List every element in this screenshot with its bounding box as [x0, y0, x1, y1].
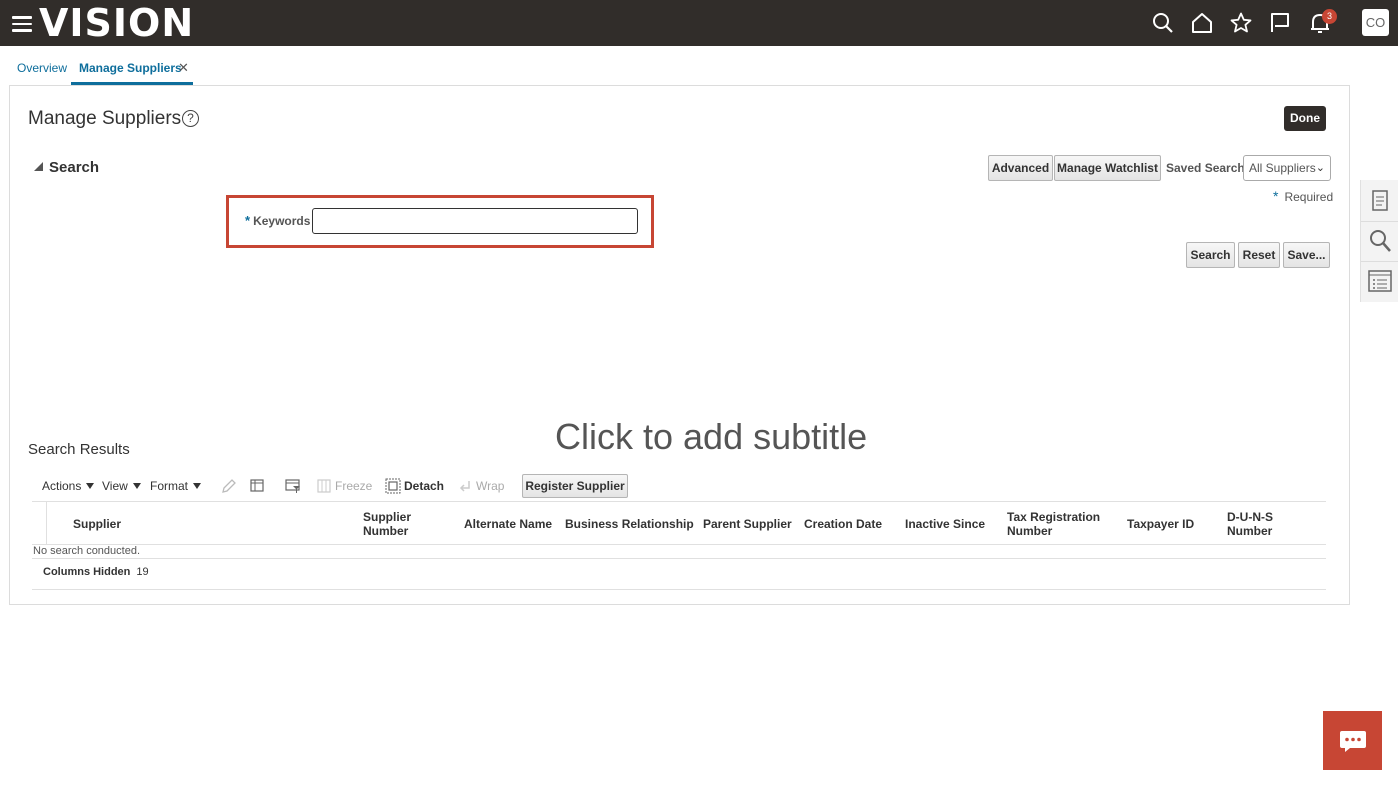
results-table-header: Supplier Supplier Number Alternate Name … — [32, 501, 1326, 545]
column-header-supplier-number[interactable]: Supplier Number — [363, 510, 433, 538]
saved-search-label: Saved Search — [1166, 161, 1245, 175]
advanced-button[interactable]: Advanced — [988, 155, 1053, 181]
freeze-icon — [316, 478, 332, 494]
global-header: VISION 3 CO — [0, 0, 1398, 46]
reset-button[interactable]: Reset — [1238, 242, 1280, 268]
column-header-tax-registration-number[interactable]: Tax Registration Number — [1007, 510, 1107, 538]
chevron-down-icon: ⌄ — [1315, 162, 1325, 174]
format-menu[interactable]: Format — [150, 479, 202, 493]
column-header-taxpayer-id[interactable]: Taxpayer ID — [1127, 517, 1194, 531]
done-button[interactable]: Done — [1284, 106, 1326, 131]
subtitle-placeholder[interactable]: Click to add subtitle — [555, 416, 867, 458]
divider — [1361, 221, 1398, 222]
detach-button[interactable]: Detach — [404, 479, 444, 493]
saved-search-value: All Suppliers — [1249, 161, 1316, 175]
user-avatar[interactable]: CO — [1362, 9, 1389, 36]
chat-button[interactable] — [1323, 711, 1382, 770]
tab-manage-suppliers[interactable]: Manage Suppliers — [79, 61, 182, 75]
page-title: Manage Suppliers — [28, 108, 182, 129]
vision-logo[interactable]: VISION — [39, 1, 194, 45]
help-icon[interactable]: ? — [182, 110, 199, 127]
keywords-label: * Keywords — [245, 213, 311, 228]
divider — [32, 589, 1326, 590]
bell-icon[interactable]: 3 — [1308, 9, 1337, 35]
format-label: Format — [150, 479, 189, 493]
search-button[interactable]: Search — [1186, 242, 1235, 268]
manage-watchlist-button[interactable]: Manage Watchlist — [1054, 155, 1161, 181]
wrap-button[interactable]: Wrap — [476, 479, 504, 493]
saved-search-select[interactable]: All Suppliers ⌄ — [1243, 155, 1331, 181]
tab-overview[interactable]: Overview — [17, 61, 67, 75]
divider — [1361, 261, 1398, 262]
list-panel-icon[interactable] — [1367, 268, 1393, 294]
search-section-title: Search — [49, 159, 100, 176]
actions-label: Actions — [42, 479, 82, 493]
keywords-label-text: Keywords — [253, 214, 311, 228]
search-section-header[interactable]: Search — [34, 159, 99, 176]
column-header-business-relationship[interactable]: Business Relationship — [565, 517, 694, 531]
caret-down-icon — [132, 483, 141, 489]
column-header-parent-supplier[interactable]: Parent Supplier — [703, 517, 792, 531]
actions-menu[interactable]: Actions — [42, 479, 95, 493]
collapse-triangle-icon[interactable] — [34, 162, 43, 171]
detach-icon — [385, 478, 401, 494]
columns-hidden-count: 19 — [136, 566, 149, 578]
edit-pencil-icon[interactable] — [221, 478, 237, 494]
notification-badge: 3 — [1322, 9, 1337, 24]
column-header-creation-date[interactable]: Creation Date — [804, 517, 882, 531]
view-label: View — [102, 479, 128, 493]
search-panel-icon[interactable] — [1367, 228, 1393, 254]
keywords-input[interactable] — [312, 208, 638, 234]
column-header-duns-number[interactable]: D-U-N-S Number — [1227, 510, 1287, 538]
divider — [32, 558, 1326, 559]
caret-down-icon — [86, 483, 95, 489]
page-tabs: Overview Manage Suppliers ✕ — [0, 46, 1398, 86]
menu-icon[interactable] — [12, 16, 32, 32]
side-rail — [1360, 180, 1398, 302]
freeze-button[interactable]: Freeze — [335, 479, 372, 493]
required-label: Required — [1284, 190, 1334, 204]
column-header-inactive-since[interactable]: Inactive Since — [905, 517, 985, 531]
chat-icon — [1340, 731, 1366, 752]
register-supplier-button[interactable]: Register Supplier — [522, 474, 628, 498]
empty-results-message: No search conducted. — [33, 545, 141, 557]
caret-down-icon — [193, 483, 202, 489]
column-header-supplier[interactable]: Supplier — [73, 517, 121, 531]
flag-icon[interactable] — [1268, 11, 1292, 35]
columns-hidden-label: Columns Hidden — [43, 566, 131, 578]
row-selector-column — [32, 502, 47, 544]
columns-hidden-status: Columns Hidden 19 — [43, 566, 149, 578]
document-icon[interactable] — [1367, 188, 1393, 214]
search-icon[interactable] — [1151, 11, 1175, 35]
home-icon[interactable] — [1190, 11, 1214, 35]
search-results-title: Search Results — [28, 441, 130, 458]
star-icon[interactable] — [1229, 11, 1253, 35]
view-menu[interactable]: View — [102, 479, 141, 493]
column-header-alternate-name[interactable]: Alternate Name — [464, 517, 552, 531]
required-legend: * Required — [1273, 188, 1334, 204]
filter-table-icon[interactable] — [285, 478, 301, 494]
query-by-example-icon[interactable] — [249, 478, 265, 494]
close-icon[interactable]: ✕ — [178, 60, 189, 76]
save-button[interactable]: Save... — [1283, 242, 1330, 268]
wrap-icon — [457, 478, 473, 494]
